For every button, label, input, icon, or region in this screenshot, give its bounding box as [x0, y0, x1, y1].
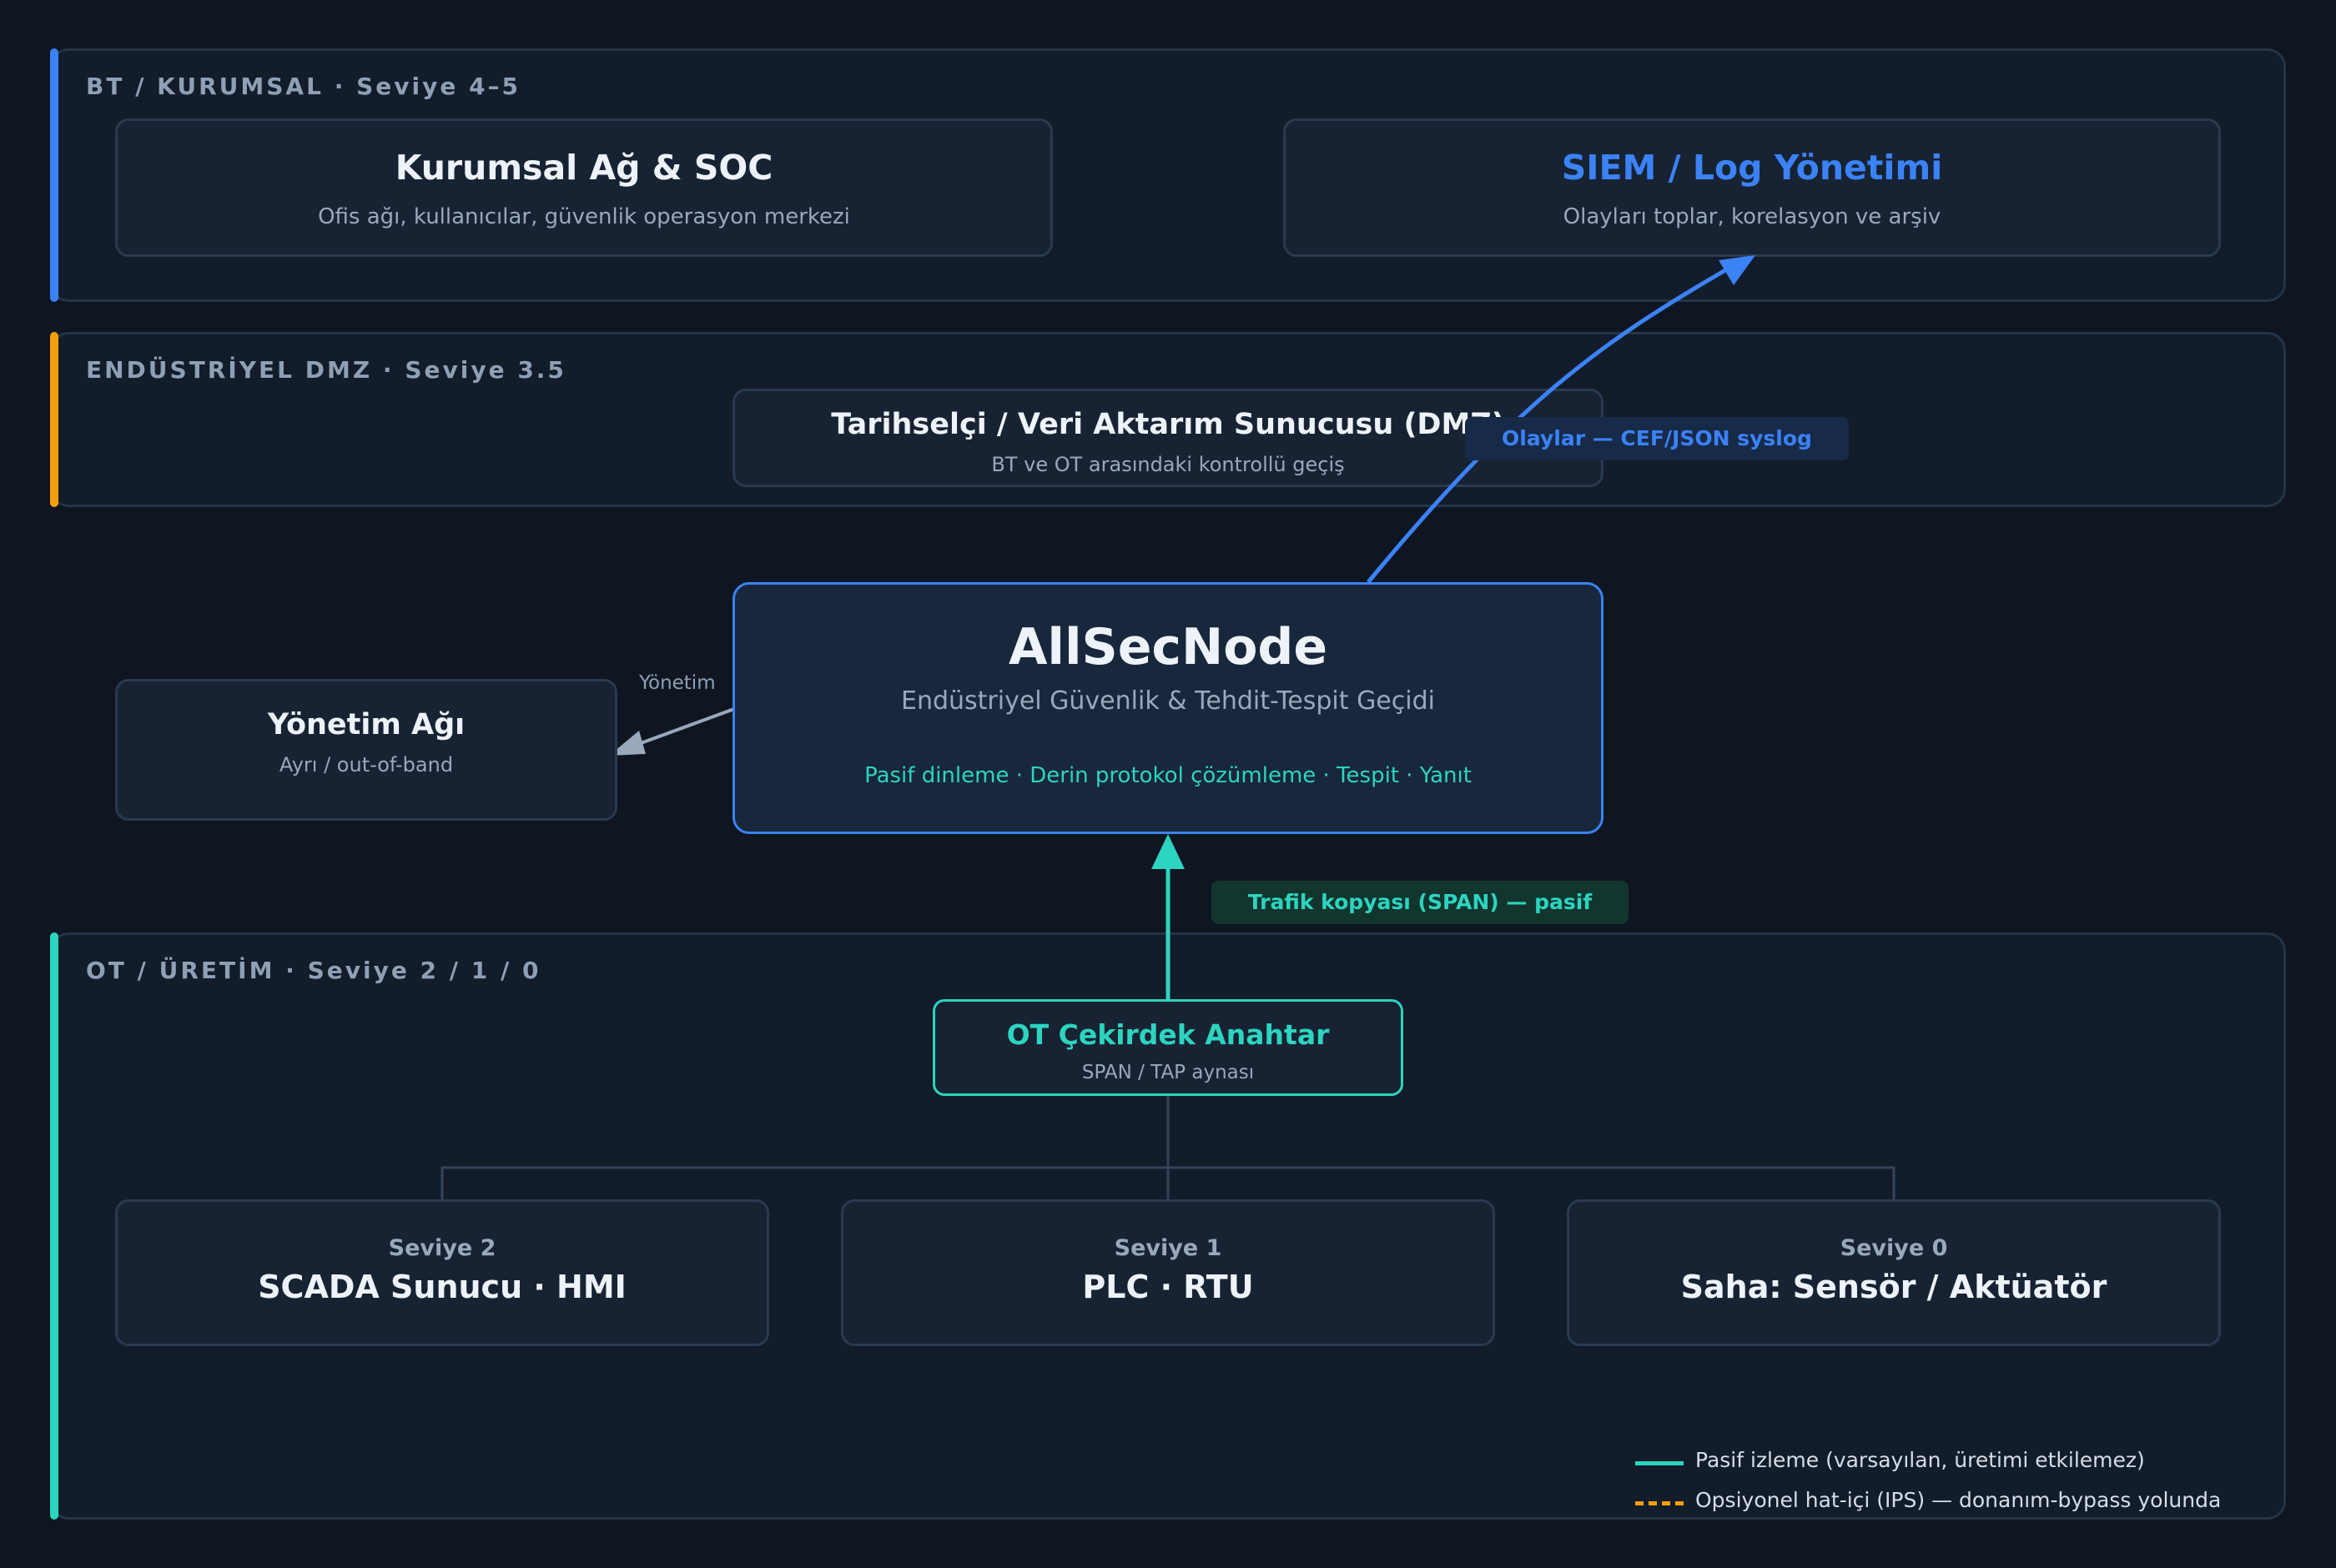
node-ot-core-switch: OT Çekirdek Anahtar SPAN / TAP aynası [933, 999, 1403, 1096]
node-level1-tag: Seviye 1 [1114, 1235, 1222, 1261]
architecture-diagram: BT / KURUMSAL · Seviye 4–5 ENDÜSTRİYEL D… [0, 0, 2336, 1568]
legend-inline-swatch [1635, 1501, 1684, 1505]
node-level0-title: Saha: Sensör / Aktüatör [1680, 1269, 2107, 1305]
node-level0-field: Seviye 0 Saha: Sensör / Aktüatör [1567, 1199, 2221, 1346]
node-level2-scada: Seviye 2 SCADA Sunucu · HMI [115, 1199, 769, 1346]
legend-passive-swatch [1635, 1461, 1684, 1465]
node-level2-title: SCADA Sunucu · HMI [258, 1269, 627, 1305]
node-level0-tag: Seviye 0 [1840, 1235, 1948, 1261]
span-edge-label: Trafik kopyası (SPAN) — pasif [1211, 881, 1629, 924]
node-core-switch-title: OT Çekirdek Anahtar [1006, 1018, 1330, 1051]
legend-inline-label: Opsiyonel hat-içi (IPS) — donanım-bypass… [1695, 1488, 2222, 1512]
node-level1-plc: Seviye 1 PLC · RTU [841, 1199, 1495, 1346]
node-core-switch-subtitle: SPAN / TAP aynası [1081, 1062, 1255, 1083]
span-arrow-head [1151, 834, 1185, 869]
legend-passive-label: Pasif izleme (varsayılan, üretimi etkile… [1695, 1448, 2145, 1472]
node-level2-tag: Seviye 2 [388, 1235, 496, 1261]
node-level1-title: PLC · RTU [1082, 1269, 1254, 1305]
